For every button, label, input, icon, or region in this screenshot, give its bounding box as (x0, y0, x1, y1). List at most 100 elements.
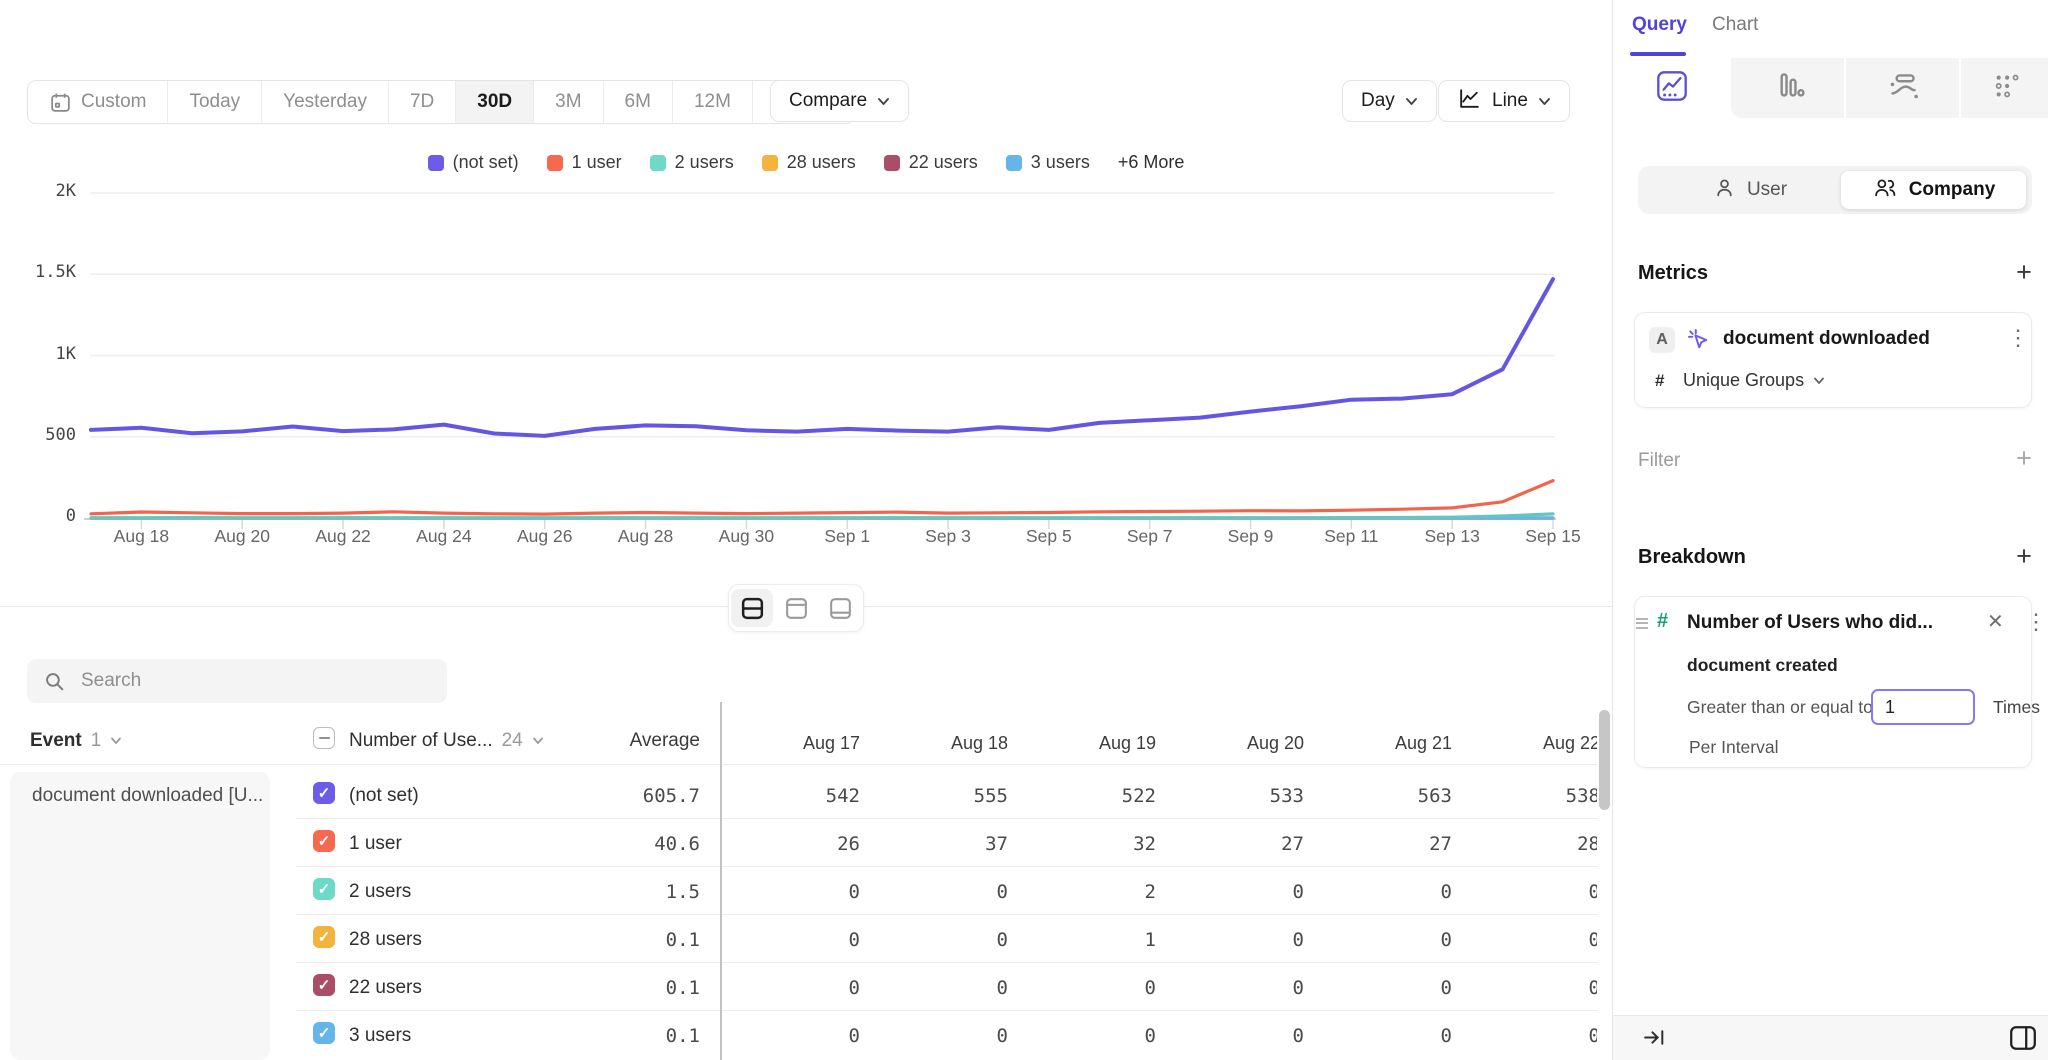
row-checkbox[interactable]: ✓ (313, 782, 335, 804)
date-column-header: Aug 19 (1016, 730, 1156, 756)
close-icon[interactable]: ✕ (1987, 609, 2004, 634)
chart-type-bar-cell[interactable] (1731, 58, 1844, 118)
x-tick-label: Aug 26 (495, 526, 595, 547)
event-row-label: document downloaded [U... (10, 772, 270, 807)
group-header-count: 24 (502, 730, 523, 752)
table-cell-value: 555 (868, 783, 1008, 809)
measure-label: Unique Groups (1683, 370, 1804, 391)
toggle-sidebar-icon[interactable] (2008, 1024, 2038, 1057)
group-header-label: Number of Use... (349, 730, 493, 752)
company-icon (1872, 176, 1898, 204)
y-tick-label: 2K (16, 181, 76, 201)
add-filter-button[interactable]: + (2010, 444, 2038, 472)
row-average-value: 605.7 (540, 783, 700, 809)
metric-card[interactable]: A document downloaded ⋮ # Unique Groups (1634, 312, 2032, 408)
table-cell-value: 0 (1164, 927, 1304, 953)
chart-plot-area[interactable] (0, 0, 1612, 572)
table-cell-value: 0 (1016, 1023, 1156, 1049)
table-cell-value: 0 (868, 879, 1008, 905)
group-column-header[interactable]: Number of Use... 24 (349, 730, 544, 752)
metric-badge: A (1649, 327, 1675, 353)
search-input[interactable] (79, 669, 431, 693)
times-value-input[interactable] (1871, 689, 1975, 725)
table-cell-value: 0 (1164, 879, 1304, 905)
chart-type-more-cell[interactable] (1961, 58, 2048, 118)
table-vertical-scrollbar[interactable] (1599, 710, 1610, 810)
row-checkbox[interactable]: ✓ (313, 878, 335, 900)
row-checkbox[interactable]: ✓ (313, 926, 335, 948)
metric-kebab-menu[interactable]: ⋮ (2007, 327, 2029, 349)
table-cell-value: 0 (1460, 927, 1597, 953)
row-group-label: 28 users (349, 927, 422, 953)
table-cell-value: 0 (1016, 975, 1156, 1001)
chevron-down-icon (1813, 372, 1825, 390)
table-cell-value: 0 (1164, 975, 1304, 1001)
x-tick-label: Sep 11 (1301, 526, 1401, 547)
date-column-header: Aug 21 (1312, 730, 1452, 756)
scope-user-button[interactable]: User (1660, 166, 1840, 214)
layout-table-only-button[interactable] (819, 589, 861, 627)
collapse-panel-icon[interactable] (1642, 1026, 1667, 1054)
breakdown-event: document created (1687, 655, 1838, 676)
average-column-header: Average (540, 730, 700, 752)
row-average-value: 40.6 (540, 831, 700, 857)
table-scroll-area[interactable]: Aug 17Aug 18Aug 19Aug 20Aug 21Aug 225425… (722, 698, 1597, 1060)
minus-icon (319, 737, 330, 739)
chart-type-flow-cell[interactable] (1846, 58, 1959, 118)
table-cell-value: 2 (1016, 879, 1156, 905)
add-breakdown-button[interactable]: + (2010, 542, 2038, 570)
row-group-label: 2 users (349, 879, 411, 905)
scope-company-button[interactable]: Company (1841, 166, 2026, 214)
add-metric-button[interactable]: + (2010, 258, 2038, 286)
search-icon (43, 670, 66, 693)
layout-toggle-group (728, 584, 864, 632)
select-all-checkbox-indeterminate[interactable] (313, 727, 335, 749)
metrics-heading: Metrics (1638, 262, 1708, 285)
table-cell-value: 0 (722, 1023, 860, 1049)
y-tick-label: 0 (16, 506, 76, 526)
table-cell-value: 0 (1312, 927, 1452, 953)
breakdown-condition: Greater than or equal to (1687, 697, 1873, 718)
breakdown-kebab-menu[interactable]: ⋮ (2025, 611, 2047, 633)
row-average-value: 0.1 (540, 1023, 700, 1049)
x-tick-label: Aug 24 (394, 526, 494, 547)
layout-split-button[interactable] (731, 589, 773, 627)
scope-user-label: User (1747, 179, 1787, 201)
drag-handle-icon[interactable] (1636, 615, 1648, 631)
row-group-label: 1 user (349, 831, 402, 857)
row-group-label: 3 users (349, 1023, 411, 1049)
row-checkbox[interactable]: ✓ (313, 974, 335, 996)
event-column-header[interactable]: Event 1 (30, 730, 122, 752)
analytics-app: CustomTodayYesterday7D30D3M6M12MXTD Comp… (0, 0, 2048, 1060)
table-cell-value: 522 (1016, 783, 1156, 809)
breakdown-heading: Breakdown (1638, 546, 1746, 569)
table-cell-value: 0 (1312, 975, 1452, 1001)
event-cursor-icon (1685, 326, 1712, 358)
event-row[interactable]: document downloaded [U... (10, 772, 270, 1060)
active-tab-underline (1630, 52, 1686, 56)
row-checkbox[interactable]: ✓ (313, 830, 335, 852)
series-line-1 user (91, 481, 1553, 514)
table-cell-value: 1 (1016, 927, 1156, 953)
y-tick-label: 1.5K (16, 262, 76, 282)
table-cell-value: 0 (1460, 1023, 1597, 1049)
row-checkbox[interactable]: ✓ (313, 1022, 335, 1044)
date-column-header: Aug 20 (1164, 730, 1304, 756)
table-cell-value: 563 (1312, 783, 1452, 809)
measure-dropdown[interactable]: Unique Groups (1683, 370, 1825, 391)
y-tick-label: 500 (16, 425, 76, 445)
row-group-label: (not set) (349, 783, 419, 809)
chart-type-line-cell[interactable] (1613, 58, 1731, 118)
x-tick-label: Sep 5 (999, 526, 1099, 547)
series-line-(not set) (91, 279, 1553, 436)
layout-chart-only-button[interactable] (775, 589, 817, 627)
table-cell-value: 27 (1312, 831, 1452, 857)
tab-chart[interactable]: Chart (1712, 14, 1758, 36)
x-tick-label: Aug 18 (91, 526, 191, 547)
table-cell-value: 0 (722, 927, 860, 953)
row-average-value: 0.1 (540, 927, 700, 953)
tab-query[interactable]: Query (1632, 14, 1687, 36)
breakdown-card[interactable]: # Number of Users who did... ✕ ⋮ documen… (1634, 596, 2032, 768)
table-cell-value: 37 (868, 831, 1008, 857)
x-tick-label: Sep 15 (1503, 526, 1603, 547)
